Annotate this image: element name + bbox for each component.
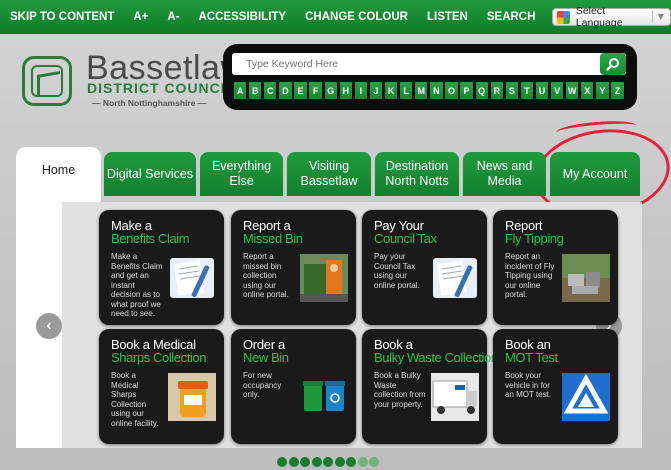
carousel-pagination	[277, 457, 379, 467]
letter-x-button[interactable]: X	[581, 82, 594, 99]
service-card-mot-test[interactable]: Book an MOT Test Book your vehicle in for …	[493, 329, 618, 444]
listen-link[interactable]: LISTEN	[427, 11, 468, 23]
letter-a-button[interactable]: A	[234, 82, 247, 99]
letter-h-button[interactable]: H	[339, 82, 352, 99]
letter-m-button[interactable]: M	[415, 82, 428, 99]
letter-s-button[interactable]: S	[505, 82, 518, 99]
change-colour-link[interactable]: CHANGE COLOUR	[305, 11, 408, 23]
letter-b-button[interactable]: B	[249, 82, 262, 99]
carousel-dot[interactable]	[346, 457, 356, 467]
google-translate-icon	[557, 10, 570, 24]
tab-my-account[interactable]: My Account	[550, 152, 640, 196]
card-title-line2: Missed Bin	[243, 231, 303, 246]
carousel-dot[interactable]	[369, 457, 379, 467]
tab-visiting-bassetlaw[interactable]: Visiting Bassetlaw	[287, 152, 371, 196]
letter-e-button[interactable]: E	[294, 82, 307, 99]
form-pen-icon	[431, 254, 479, 302]
increase-text-link[interactable]: A+	[133, 11, 148, 23]
letter-f-button[interactable]: F	[309, 82, 322, 99]
letter-g-button[interactable]: G	[324, 82, 337, 99]
main-navigation: Home Digital Services Everything Else Vi…	[16, 147, 640, 205]
card-description: Make a Benefits Claim and get an instant…	[111, 252, 163, 318]
card-description: Book a Bulky Waste collection from your …	[374, 371, 426, 409]
accessibility-toolbar: SKIP TO CONTENT A+ A- ACCESSIBILITY CHAN…	[0, 0, 671, 34]
logo-subtitle: DISTRICT COUNCIL	[87, 80, 236, 96]
bin-lorry-icon	[300, 254, 348, 302]
search-link[interactable]: SEARCH	[487, 11, 536, 23]
card-description: Book your vehicle in for an MOT test.	[505, 371, 552, 399]
letter-z-button[interactable]: Z	[611, 82, 624, 99]
skip-to-content-link[interactable]: SKIP TO CONTENT	[10, 11, 114, 23]
service-card-benefits-claim[interactable]: Make a Benefits Claim Make a Benefits Clai…	[99, 210, 224, 325]
letter-v-button[interactable]: V	[550, 82, 564, 99]
council-emblem-icon	[22, 56, 72, 106]
decrease-text-link[interactable]: A-	[167, 11, 179, 23]
search-panel: ABCDEFGHIJKLMNOPQRSTUVWXYZ	[223, 44, 637, 110]
letter-d-button[interactable]: D	[279, 82, 292, 99]
card-title-line2: Council Tax	[374, 231, 437, 246]
letter-y-button[interactable]: Y	[596, 82, 609, 99]
council-logo[interactable]: Bassetlaw DISTRICT COUNCIL — North Notti…	[22, 48, 245, 110]
tab-digital-services[interactable]: Digital Services	[104, 152, 196, 196]
service-card-new-bin[interactable]: Order a New Bin For new occupancy only.	[231, 329, 356, 444]
service-card-council-tax[interactable]: Pay Your Council Tax Pay your Council Tax …	[362, 210, 487, 325]
letter-u-button[interactable]: U	[535, 82, 549, 99]
carousel-dot[interactable]	[311, 457, 322, 467]
letter-j-button[interactable]: J	[369, 82, 383, 99]
letter-r-button[interactable]: R	[490, 82, 503, 99]
card-description: For new occupancy only.	[243, 371, 282, 399]
carousel-dot[interactable]	[277, 457, 287, 467]
tab-everything-else[interactable]: Everything Else	[200, 152, 283, 196]
card-description: Report an incident of Fly Tipping using …	[505, 252, 555, 299]
card-description: Book a Medical Sharps Collection using o…	[111, 371, 159, 428]
letter-p-button[interactable]: P	[460, 82, 473, 99]
bulky-truck-icon	[431, 373, 479, 421]
carousel-dot[interactable]	[288, 457, 299, 467]
a-to-z-index: ABCDEFGHIJKLMNOPQRSTUVWXYZ	[234, 82, 624, 99]
carousel-dot[interactable]	[334, 457, 345, 467]
carousel-dot[interactable]	[357, 457, 368, 467]
letter-w-button[interactable]: W	[566, 82, 579, 99]
letter-q-button[interactable]: Q	[475, 82, 488, 99]
mot-triangle-icon	[562, 373, 610, 421]
card-title-line2: MOT Test	[505, 350, 558, 365]
card-description: Pay your Council Tax using our online po…	[374, 252, 420, 290]
letter-c-button[interactable]: C	[264, 82, 277, 99]
service-card-bulky-waste[interactable]: Book a Bulky Waste Collection Book a Bulky…	[362, 329, 498, 444]
chevron-left-icon: ‹	[46, 317, 52, 334]
wheelie-bins-icon	[300, 373, 348, 421]
letter-t-button[interactable]: T	[520, 82, 534, 99]
letter-i-button[interactable]: I	[354, 82, 368, 99]
card-title-line2: Sharps Collection	[111, 350, 207, 365]
card-title-line2: Bulky Waste Collection	[374, 350, 498, 365]
letter-o-button[interactable]: O	[445, 82, 458, 99]
card-title-line2: New Bin	[243, 350, 289, 365]
service-card-missed-bin[interactable]: Report a Missed Bin Report a missed bin co…	[231, 210, 356, 325]
letter-l-button[interactable]: L	[400, 82, 413, 99]
sharps-bin-icon	[168, 373, 216, 421]
carousel-dot[interactable]	[323, 457, 333, 467]
tab-destination-north-notts[interactable]: Destination North Notts	[375, 152, 459, 196]
service-card-fly-tipping[interactable]: Report Fly Tipping Report an incident of F…	[493, 210, 618, 325]
card-title-line2: Benefits Claim	[111, 231, 190, 246]
letter-n-button[interactable]: N	[430, 82, 443, 99]
accessibility-link[interactable]: ACCESSIBILITY	[199, 11, 287, 23]
dropdown-arrow-icon: ▼	[651, 11, 666, 23]
logo-tagline: — North Nottinghamshire —	[92, 98, 207, 108]
card-title-line2: Fly Tipping	[505, 231, 564, 246]
search-button[interactable]	[600, 53, 626, 75]
tab-home[interactable]: Home	[16, 147, 101, 205]
search-icon	[606, 58, 619, 71]
tab-news-and-media[interactable]: News and Media	[463, 152, 546, 196]
carousel-prev-button[interactable]: ‹	[36, 313, 62, 339]
card-description: Report a missed bin collection using our…	[243, 252, 289, 299]
letter-k-button[interactable]: K	[384, 82, 398, 99]
language-select-label: Select Language	[575, 5, 623, 29]
language-select[interactable]: Select Language ▼	[552, 5, 671, 29]
carousel-dot[interactable]	[300, 457, 310, 467]
form-pen-icon	[168, 254, 216, 302]
service-card-sharps-collection[interactable]: Book a Medical Sharps Collection Book a Me…	[99, 329, 224, 444]
keyword-search-input[interactable]	[232, 53, 626, 75]
fly-tipping-icon	[562, 254, 610, 302]
